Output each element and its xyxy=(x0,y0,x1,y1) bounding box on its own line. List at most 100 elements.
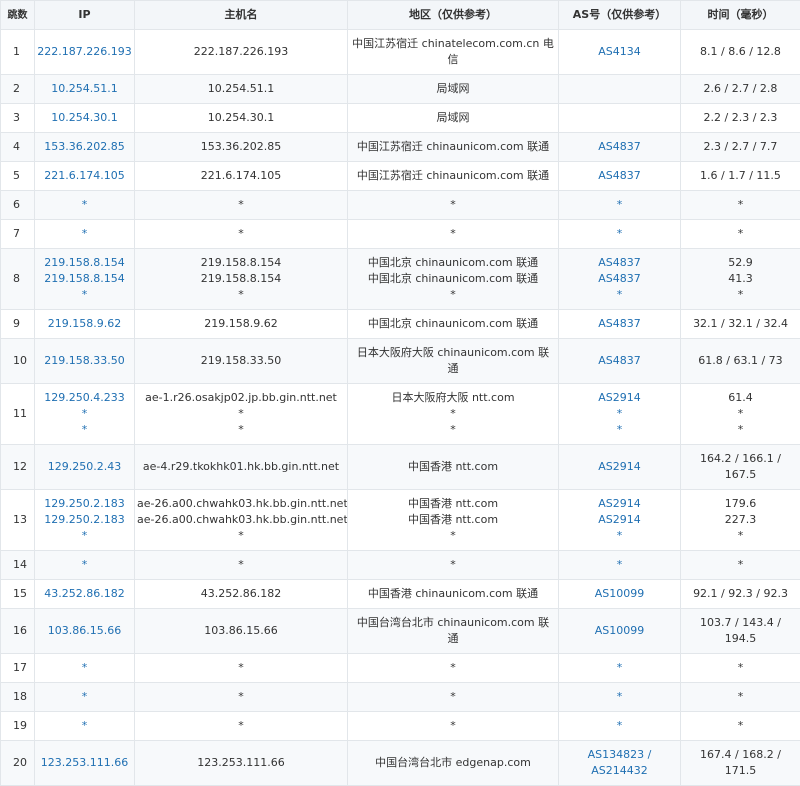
as-cell-line: * xyxy=(561,226,678,242)
ip-cell-line: * xyxy=(37,226,132,242)
region-cell: 中国香港 ntt.com中国香港 ntt.com* xyxy=(348,490,559,551)
as-cell xyxy=(559,104,681,133)
ip-cell-line[interactable]: 129.250.4.233 xyxy=(37,390,132,406)
ip-cell-line[interactable]: 129.250.2.183 xyxy=(37,512,132,528)
as-cell-line[interactable]: AS2914 xyxy=(561,390,678,406)
hop-number: 8 xyxy=(1,249,35,310)
as-cell-line[interactable]: AS4134 xyxy=(561,44,678,60)
hostname-cell: 10.254.51.1 xyxy=(135,75,348,104)
ip-cell: * xyxy=(35,654,135,683)
ip-cell-line[interactable]: 219.158.8.154 xyxy=(37,271,132,287)
as-cell: AS134823 /AS214432 xyxy=(559,741,681,786)
as-cell: AS4837 xyxy=(559,339,681,384)
as-cell-line[interactable]: AS4837 xyxy=(561,271,678,287)
time-cell: * xyxy=(681,551,800,580)
ip-cell-line[interactable]: 219.158.9.62 xyxy=(37,316,132,332)
time-cell-line: * xyxy=(683,226,798,242)
region-cell-line: * xyxy=(350,689,556,705)
table-row: 11129.250.4.233**ae-1.r26.osakjp02.jp.bb… xyxy=(1,384,800,445)
as-cell-line: * xyxy=(561,557,678,573)
ip-cell-line[interactable]: 221.6.174.105 xyxy=(37,168,132,184)
as-cell-line[interactable]: AS4837 xyxy=(561,353,678,369)
hostname-cell-line: ae-1.r26.osakjp02.jp.bb.gin.ntt.net xyxy=(137,390,345,406)
hop-number: 3 xyxy=(1,104,35,133)
hop-number: 9 xyxy=(1,310,35,339)
ip-cell: 103.86.15.66 xyxy=(35,609,135,654)
as-cell: AS2914 xyxy=(559,445,681,490)
hostname-cell-line: 219.158.33.50 xyxy=(137,353,345,369)
as-cell-line[interactable]: AS2914 xyxy=(561,496,678,512)
region-cell-line: 中国台湾台北市 edgenap.com xyxy=(350,755,556,771)
ip-cell: 219.158.33.50 xyxy=(35,339,135,384)
as-cell-line[interactable]: AS2914 xyxy=(561,512,678,528)
as-cell: AS4837AS4837* xyxy=(559,249,681,310)
hostname-cell: * xyxy=(135,654,348,683)
hostname-cell: 219.158.33.50 xyxy=(135,339,348,384)
time-cell-line: 194.5 xyxy=(683,631,798,647)
ip-cell-line[interactable]: 10.254.51.1 xyxy=(37,81,132,97)
header-time: 时间（毫秒） xyxy=(681,1,800,30)
table-row: 310.254.30.110.254.30.1局域网2.2 / 2.3 / 2.… xyxy=(1,104,800,133)
time-cell: * xyxy=(681,683,800,712)
ip-cell-line: * xyxy=(37,557,132,573)
hostname-cell: 221.6.174.105 xyxy=(135,162,348,191)
as-cell-line[interactable]: AS10099 xyxy=(561,623,678,639)
region-cell: 中国台湾台北市 chinaunicom.com 联通 xyxy=(348,609,559,654)
header-hop: 跳数 xyxy=(1,1,35,30)
hop-number: 19 xyxy=(1,712,35,741)
time-cell: 32.1 / 32.1 / 32.4 xyxy=(681,310,800,339)
hostname-cell-line: 221.6.174.105 xyxy=(137,168,345,184)
region-cell: 中国江苏宿迁 chinaunicom.com 联通 xyxy=(348,133,559,162)
ip-cell-line[interactable]: 123.253.111.66 xyxy=(37,755,132,771)
as-cell: * xyxy=(559,712,681,741)
ip-cell-line[interactable]: 10.254.30.1 xyxy=(37,110,132,126)
region-cell: * xyxy=(348,191,559,220)
hostname-cell-line: ae-26.a00.chwahk03.hk.bb.gin.ntt.net xyxy=(137,496,345,512)
as-cell-line[interactable]: AS4837 xyxy=(561,316,678,332)
as-cell-line: * xyxy=(561,422,678,438)
time-cell-line: 61.8 / 63.1 / 73 xyxy=(683,353,798,369)
hop-number: 20 xyxy=(1,741,35,786)
region-cell: 日本大阪府大阪 chinaunicom.com 联通 xyxy=(348,339,559,384)
ip-cell-line[interactable]: 219.158.33.50 xyxy=(37,353,132,369)
hostname-cell-line: 219.158.9.62 xyxy=(137,316,345,332)
hostname-cell-line: * xyxy=(137,406,345,422)
time-cell: 167.4 / 168.2 /171.5 xyxy=(681,741,800,786)
region-cell-line: * xyxy=(350,226,556,242)
ip-cell-line[interactable]: 43.252.86.182 xyxy=(37,586,132,602)
region-cell: 局域网 xyxy=(348,75,559,104)
hop-number: 5 xyxy=(1,162,35,191)
as-cell-line[interactable]: AS10099 xyxy=(561,586,678,602)
table-row: 5221.6.174.105221.6.174.105中国江苏宿迁 chinau… xyxy=(1,162,800,191)
region-cell: 局域网 xyxy=(348,104,559,133)
ip-cell: * xyxy=(35,551,135,580)
as-cell-line[interactable]: AS214432 xyxy=(561,763,678,779)
as-cell-line[interactable]: AS4837 xyxy=(561,168,678,184)
header-region: 地区（仅供参考） xyxy=(348,1,559,30)
hostname-cell-line: 123.253.111.66 xyxy=(137,755,345,771)
ip-cell-line[interactable]: 153.36.202.85 xyxy=(37,139,132,155)
as-cell-line[interactable]: AS4837 xyxy=(561,255,678,271)
ip-cell-line[interactable]: 103.86.15.66 xyxy=(37,623,132,639)
as-cell-line[interactable]: AS4837 xyxy=(561,139,678,155)
header-as: AS号（仅供参考） xyxy=(559,1,681,30)
as-cell xyxy=(559,75,681,104)
table-row: 18***** xyxy=(1,683,800,712)
ip-cell-line[interactable]: 222.187.226.193 xyxy=(37,44,132,60)
table-row: 1222.187.226.193222.187.226.193中国江苏宿迁 ch… xyxy=(1,30,800,75)
as-cell-line[interactable]: AS2914 xyxy=(561,459,678,475)
region-cell: 中国江苏宿迁 chinatelecom.com.cn 电信 xyxy=(348,30,559,75)
time-cell: * xyxy=(681,191,800,220)
time-cell-line: 2.3 / 2.7 / 7.7 xyxy=(683,139,798,155)
table-row: 19***** xyxy=(1,712,800,741)
time-cell-line: * xyxy=(683,557,798,573)
ip-cell-line[interactable]: 129.250.2.183 xyxy=(37,496,132,512)
hostname-cell: * xyxy=(135,683,348,712)
time-cell-line: 2.6 / 2.7 / 2.8 xyxy=(683,81,798,97)
ip-cell-line[interactable]: 219.158.8.154 xyxy=(37,255,132,271)
as-cell-line[interactable]: AS134823 / xyxy=(561,747,678,763)
ip-cell-line[interactable]: 129.250.2.43 xyxy=(37,459,132,475)
hop-number: 10 xyxy=(1,339,35,384)
region-cell: * xyxy=(348,220,559,249)
time-cell-line: * xyxy=(683,528,798,544)
